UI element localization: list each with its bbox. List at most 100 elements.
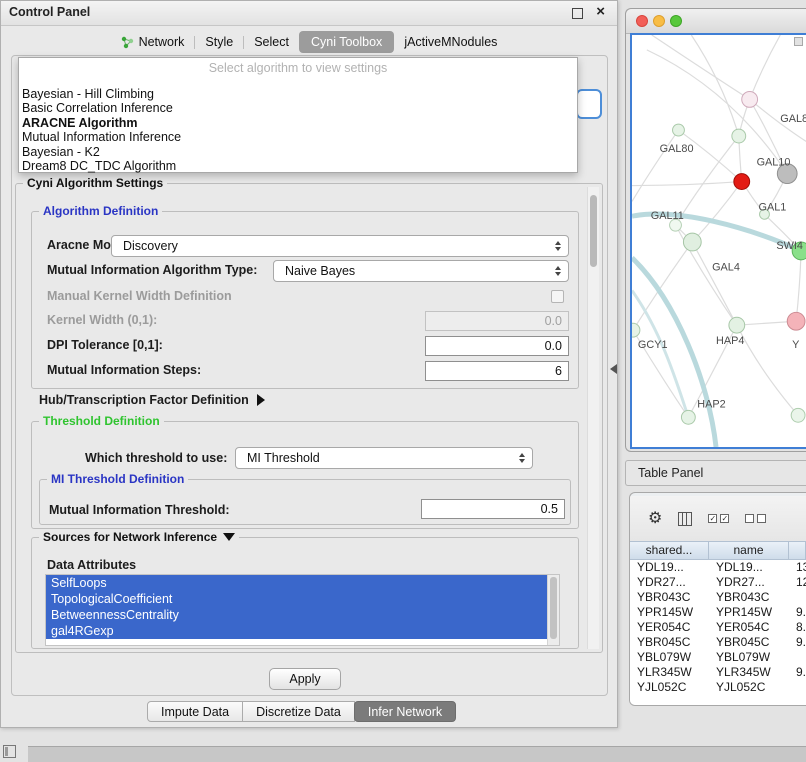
- table-cell: 12: [789, 575, 806, 590]
- network-node[interactable]: [734, 174, 750, 190]
- network-edge[interactable]: [796, 251, 801, 321]
- close-panel-icon[interactable]: [596, 3, 605, 20]
- network-edge[interactable]: [632, 291, 688, 418]
- table-cell: 13: [789, 560, 806, 575]
- manual-kernel-checkbox[interactable]: [551, 290, 564, 303]
- select-all-columns-icon[interactable]: [708, 514, 729, 523]
- network-node-label: GAL80: [660, 143, 694, 155]
- table-cell: YBR045C: [630, 635, 709, 650]
- network-graph[interactable]: GAL8GAL80GAL10GAL11GAL1SWI4GAL4GCY1HAP4Y…: [632, 35, 806, 447]
- column-header-name[interactable]: name: [709, 542, 789, 559]
- settings-scrollbar-thumb[interactable]: [590, 195, 597, 267]
- algorithm-option-dream8[interactable]: Dream8 DC_TDC Algorithm: [19, 159, 577, 173]
- network-edge[interactable]: [652, 35, 750, 99]
- network-edge[interactable]: [632, 130, 678, 201]
- tab-impute-data[interactable]: Impute Data: [147, 701, 243, 722]
- canvas-scrollbar-corner[interactable]: [794, 37, 803, 46]
- attribute-item[interactable]: SelfLoops: [46, 575, 548, 591]
- deselect-all-columns-icon[interactable]: [745, 514, 766, 523]
- sources-toggle[interactable]: Sources for Network Inference: [39, 530, 239, 544]
- settings-scrollbar[interactable]: [587, 187, 599, 649]
- table-cell: YDL19...: [709, 560, 789, 575]
- minimize-window-icon[interactable]: [653, 15, 665, 27]
- network-node[interactable]: [742, 91, 758, 107]
- algorithm-option-bayesian-hill-climbing[interactable]: Bayesian - Hill Climbing: [19, 87, 577, 101]
- tab-network[interactable]: Network: [111, 32, 195, 52]
- network-node[interactable]: [632, 323, 640, 337]
- close-window-icon[interactable]: [636, 15, 648, 27]
- mi-steps-field[interactable]: 6: [425, 361, 569, 381]
- zoom-window-icon[interactable]: [670, 15, 682, 27]
- which-threshold-dropdown[interactable]: MI Threshold: [235, 447, 533, 469]
- algorithm-option-bayesian-k2[interactable]: Bayesian - K2: [19, 145, 577, 159]
- apply-button[interactable]: Apply: [269, 668, 341, 690]
- network-edge[interactable]: [632, 258, 716, 447]
- table-cell: YLR345W: [709, 665, 789, 680]
- network-edge[interactable]: [737, 325, 798, 415]
- hub-definition-label: Hub/Transcription Factor Definition: [39, 393, 249, 407]
- list-scrollbar[interactable]: [547, 575, 559, 645]
- algorithm-combobox[interactable]: [576, 89, 602, 119]
- attribute-item[interactable]: gal4RGexp: [46, 623, 548, 639]
- table-row[interactable]: YER054CYER054C8.: [630, 620, 806, 635]
- table-row[interactable]: YBR045CYBR045C9.: [630, 635, 806, 650]
- column-header-extra[interactable]: [789, 542, 806, 559]
- network-node[interactable]: [729, 317, 745, 333]
- network-edge[interactable]: [632, 182, 742, 186]
- table-row[interactable]: YJL052CYJL052C: [630, 680, 806, 695]
- desktop: Control Panel Network Style Select Cyni …: [0, 0, 806, 762]
- network-window-titlebar[interactable]: [626, 9, 806, 34]
- column-header-shared-name[interactable]: shared...: [630, 542, 709, 559]
- panel-collapse-arrow[interactable]: [610, 364, 617, 374]
- tab-jactivemnodules[interactable]: jActiveMNodules: [394, 32, 507, 52]
- table-row[interactable]: YBR043CYBR043C: [630, 590, 806, 605]
- attribute-item[interactable]: TopologicalCoefficient: [46, 591, 548, 607]
- network-edge[interactable]: [647, 50, 787, 174]
- mi-algorithm-type-dropdown[interactable]: Naive Bayes: [273, 260, 569, 282]
- network-edge[interactable]: [633, 242, 692, 330]
- network-node[interactable]: [791, 408, 805, 422]
- network-edge[interactable]: [692, 242, 736, 325]
- table-cell: YPR145W: [709, 605, 789, 620]
- table-row[interactable]: YPR145WYPR145W9.: [630, 605, 806, 620]
- tab-cyni-toolbox[interactable]: Cyni Toolbox: [299, 31, 394, 53]
- network-edge[interactable]: [692, 182, 741, 242]
- network-node[interactable]: [673, 124, 685, 136]
- table-cell: 8.: [789, 620, 806, 635]
- tab-discretize-data[interactable]: Discretize Data: [242, 701, 355, 722]
- tab-style[interactable]: Style: [195, 32, 243, 52]
- table-row[interactable]: YLR345WYLR345W9.: [630, 665, 806, 680]
- float-panel-icon[interactable]: [572, 8, 583, 19]
- mi-threshold-field[interactable]: 0.5: [421, 499, 565, 519]
- data-attributes-list[interactable]: SelfLoopsTopologicalCoefficientBetweenne…: [45, 574, 560, 646]
- hub-definition-toggle[interactable]: Hub/Transcription Factor Definition: [39, 393, 265, 407]
- tab-label: jActiveMNodules: [404, 35, 497, 49]
- kernel-width-field[interactable]: 0.0: [425, 311, 569, 331]
- table-cell: [789, 650, 806, 665]
- attribute-item[interactable]: BetweennessCentrality: [46, 607, 548, 623]
- network-node[interactable]: [732, 129, 746, 143]
- dpi-tolerance-field[interactable]: 0.0: [425, 336, 569, 356]
- tab-select[interactable]: Select: [244, 32, 299, 52]
- network-node[interactable]: [787, 312, 805, 330]
- network-edge[interactable]: [750, 35, 781, 99]
- algorithm-option-aracne[interactable]: ARACNE Algorithm: [19, 116, 577, 130]
- panel-toggle-icon[interactable]: [3, 745, 16, 758]
- algorithm-option-mutual-information[interactable]: Mutual Information Inference: [19, 130, 577, 144]
- table-row[interactable]: YBL079WYBL079W: [630, 650, 806, 665]
- table-body: YDL19...YDL19...13YDR27...YDR27...12YBR0…: [630, 560, 806, 705]
- network-node-label: GAL1: [759, 201, 787, 213]
- table-cell: YLR345W: [630, 665, 709, 680]
- algorithm-option-basic-correlation[interactable]: Basic Correlation Inference: [19, 101, 577, 115]
- tab-infer-network[interactable]: Infer Network: [354, 701, 456, 722]
- aracne-mode-dropdown[interactable]: Discovery: [111, 235, 569, 257]
- list-scrollbar-thumb[interactable]: [550, 577, 557, 639]
- network-edge[interactable]: [691, 35, 738, 136]
- columns-icon[interactable]: [678, 512, 692, 526]
- network-node[interactable]: [683, 233, 701, 251]
- network-node[interactable]: [681, 410, 695, 424]
- table-row[interactable]: YDL19...YDL19...13: [630, 560, 806, 575]
- gear-icon[interactable]: [648, 511, 662, 527]
- table-row[interactable]: YDR27...YDR27...12: [630, 575, 806, 590]
- network-canvas[interactable]: GAL8GAL80GAL10GAL11GAL1SWI4GAL4GCY1HAP4Y…: [630, 33, 806, 449]
